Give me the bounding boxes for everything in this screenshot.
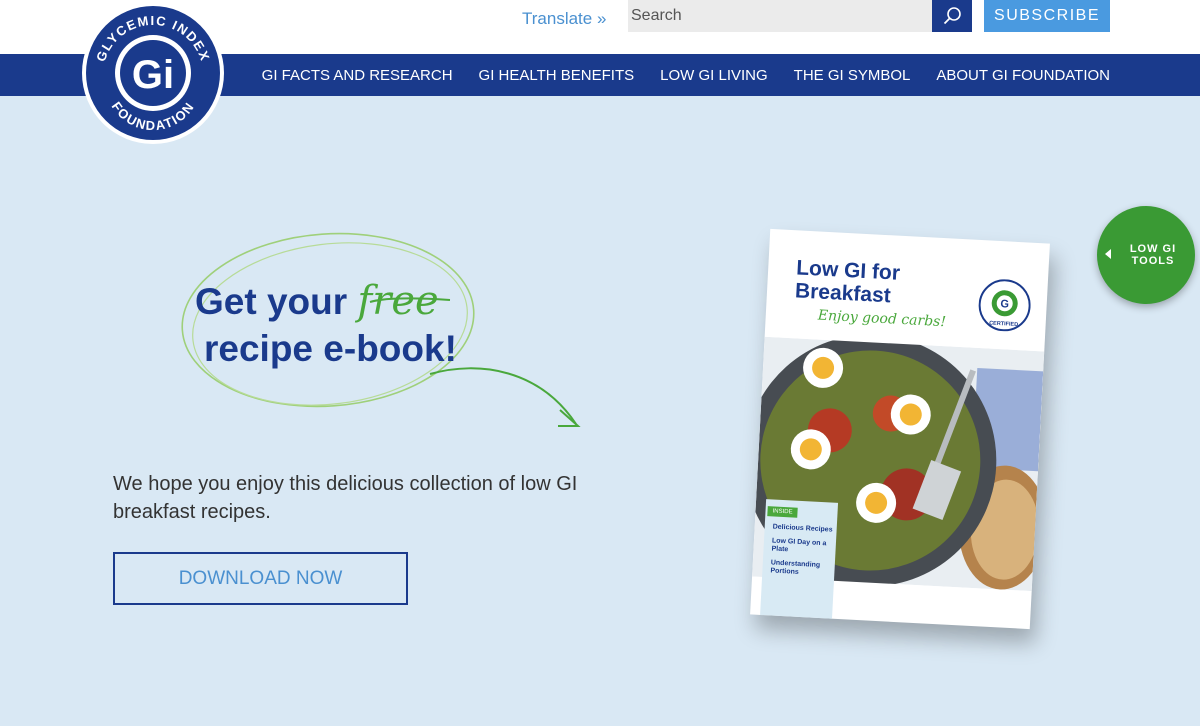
hero-description: We hope you enjoy this delicious collect… [113, 473, 578, 523]
ebook-inside-item: Understanding Portions [770, 559, 821, 576]
headline-part-1: Get your [195, 281, 348, 322]
ebook-inside-item: Low GI Day on a Plate [771, 537, 827, 554]
gi-foundation-logo[interactable]: GLYCEMIC INDEX FOUNDATION Gi [80, 2, 226, 148]
low-gi-tools-button[interactable]: LOW GI TOOLS [1097, 206, 1195, 304]
ebook-inside-item: Delicious Recipes [772, 523, 833, 534]
ebook-tagline: Enjoy good carbs! [817, 307, 947, 331]
low-gi-tools-label: LOW GI TOOLS [1129, 243, 1177, 267]
svg-text:G: G [1000, 298, 1009, 310]
headline-free: free [357, 278, 439, 324]
headline-part-2: recipe e-book! [204, 328, 457, 369]
main-nav: GI FACTS AND RESEARCH GI HEALTH BENEFITS… [236, 54, 1110, 96]
ebook-inside-panel: INSIDE Delicious Recipes Low GI Day on a… [759, 499, 839, 621]
search-icon [943, 7, 961, 25]
nav-gi-health-benefits[interactable]: GI HEALTH BENEFITS [479, 67, 635, 84]
nav-the-gi-symbol[interactable]: THE GI SYMBOL [794, 67, 911, 84]
hero-headline: Get your free recipe e-book! [195, 278, 457, 372]
download-now-button[interactable]: DOWNLOAD NOW [113, 552, 408, 605]
search-input[interactable] [628, 0, 932, 32]
nav-low-gi-living[interactable]: LOW GI LIVING [660, 67, 768, 84]
search-button[interactable] [932, 0, 972, 32]
translate-link[interactable]: Translate » [522, 9, 606, 29]
ebook-inside-label: INSIDE [767, 506, 798, 518]
ebook-cover[interactable]: Low GI for Breakfast Enjoy good carbs! G… [750, 228, 1050, 630]
ebook-title: Low GI for Breakfast [794, 256, 900, 307]
gi-certified-icon: G CERTIFIED [978, 279, 1031, 332]
caret-left-icon [1105, 249, 1111, 259]
nav-about-gi-foundation[interactable]: ABOUT GI FOUNDATION [936, 67, 1110, 84]
nav-gi-facts-and-research[interactable]: GI FACTS AND RESEARCH [262, 67, 453, 84]
subscribe-button[interactable]: SUBSCRIBE [984, 0, 1110, 32]
ebook-title-line-2: Breakfast [794, 279, 892, 308]
svg-text:Gi: Gi [132, 53, 174, 97]
